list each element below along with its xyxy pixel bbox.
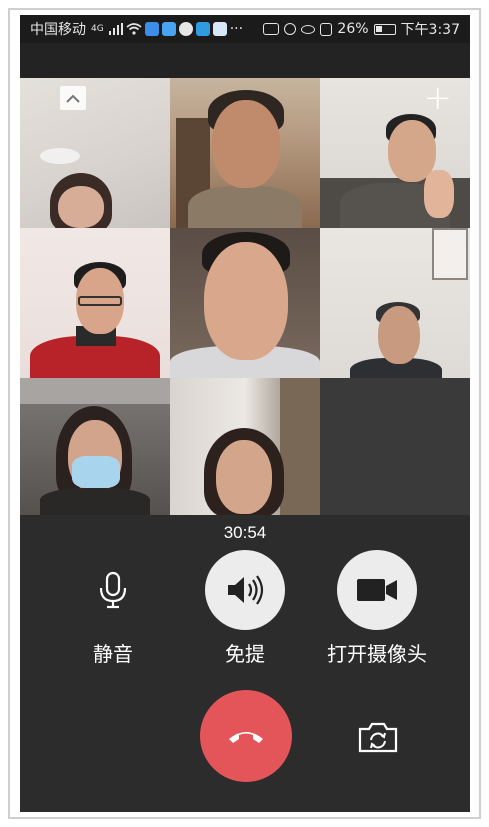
carrier-name: 中国移动 bbox=[30, 22, 86, 38]
alarm-icon bbox=[284, 23, 297, 35]
eye-icon bbox=[301, 24, 316, 34]
video-grid: + bbox=[20, 78, 470, 515]
plus-icon[interactable]: + bbox=[424, 81, 453, 115]
call-controls: 静音 免提 打开摄像头 bbox=[20, 550, 470, 666]
video-camera-icon[interactable] bbox=[337, 550, 417, 630]
wifi-icon bbox=[126, 23, 142, 35]
participant-video-tile[interactable] bbox=[170, 78, 320, 228]
participant-video-tile[interactable] bbox=[170, 228, 320, 378]
participant-video-tile[interactable]: + bbox=[320, 78, 470, 228]
speaker-icon[interactable] bbox=[205, 550, 285, 630]
participant-video-tile[interactable] bbox=[170, 378, 320, 515]
qq-icon bbox=[178, 22, 193, 36]
more-notifications-icon: ··· bbox=[229, 21, 244, 37]
call-timer: 30:54 bbox=[223, 523, 267, 542]
camera-toggle-button[interactable]: 打开摄像头 bbox=[312, 550, 442, 667]
camera-flip-icon bbox=[358, 722, 398, 753]
network-type: 4G bbox=[91, 24, 104, 34]
hangup-button[interactable] bbox=[200, 690, 292, 782]
speaker-label: 免提 bbox=[225, 642, 265, 666]
status-right: 26% 下午3:37 bbox=[263, 19, 460, 39]
app-notification-icon bbox=[161, 22, 176, 36]
empty-video-slot bbox=[320, 378, 470, 515]
app-notification-icon bbox=[195, 22, 210, 36]
clock: 下午3:37 bbox=[400, 22, 460, 38]
call-top-bar bbox=[20, 43, 470, 78]
participant-video-tile[interactable] bbox=[20, 378, 170, 515]
mute-button[interactable]: 静音 bbox=[48, 550, 178, 667]
phone-screen: 中国移动 4G ··· 26% 下午3:37 + 30:54 静音 免提 打开摄… bbox=[20, 15, 470, 812]
phone-hangup-icon bbox=[229, 732, 263, 743]
signal-icon bbox=[108, 23, 123, 35]
status-icons: ··· bbox=[108, 21, 244, 37]
mute-label: 静音 bbox=[93, 642, 133, 666]
participant-video-tile[interactable] bbox=[20, 78, 170, 228]
app-notification-icon bbox=[144, 22, 159, 36]
participant-video-tile[interactable] bbox=[20, 228, 170, 378]
status-bar: 中国移动 4G ··· 26% 下午3:37 bbox=[20, 15, 470, 43]
participant-video-tile[interactable] bbox=[320, 228, 470, 378]
speaker-button[interactable]: 免提 bbox=[180, 550, 310, 667]
battery-percent: 26% bbox=[337, 21, 369, 37]
battery-icon bbox=[373, 23, 396, 35]
app-notification-icon bbox=[212, 22, 227, 36]
camera-flip-button[interactable] bbox=[356, 718, 400, 756]
chevron-up-icon[interactable] bbox=[60, 86, 86, 110]
camera-label: 打开摄像头 bbox=[327, 642, 427, 666]
microphone-icon[interactable] bbox=[73, 550, 153, 630]
hd-icon bbox=[263, 23, 280, 35]
nfc-icon bbox=[320, 22, 333, 36]
